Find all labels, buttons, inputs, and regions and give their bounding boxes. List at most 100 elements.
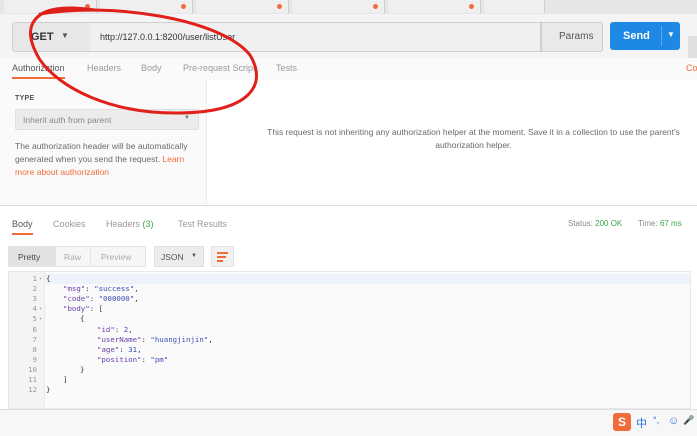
request-toolbar: GET ▼ http://127.0.0.1:8200/user/listUse… bbox=[0, 14, 697, 64]
code-token: "body" bbox=[63, 304, 90, 314]
time-readout: Time: 67 ms bbox=[638, 219, 682, 228]
send-label: Send bbox=[623, 30, 650, 42]
code-token: : [ bbox=[89, 304, 104, 314]
close-icon[interactable] bbox=[85, 4, 90, 9]
browser-tab[interactable] bbox=[100, 0, 193, 13]
headers-count: (3) bbox=[142, 219, 154, 229]
fold-toggle-icon[interactable]: ▾ bbox=[39, 314, 45, 324]
auth-message: This request is not inheriting any autho… bbox=[267, 127, 680, 150]
tab-headers[interactable]: Headers bbox=[87, 63, 121, 73]
ime-mic-icon[interactable]: 🎤 bbox=[683, 415, 694, 426]
fold-toggle-icon[interactable]: ▾ bbox=[39, 304, 45, 314]
code-token: "pm" bbox=[150, 354, 169, 364]
params-button[interactable]: Params bbox=[541, 22, 603, 52]
wrap-line bbox=[217, 252, 228, 254]
format-type-value: JSON bbox=[161, 252, 184, 262]
wrap-line bbox=[217, 256, 226, 258]
code-line: } bbox=[46, 385, 50, 395]
method-select[interactable]: GET ▼ bbox=[12, 22, 92, 52]
status-value: 200 OK bbox=[595, 219, 623, 228]
response-body-editor[interactable]: 1 ▾ 2 3 4 ▾ 5 ▾ 6 7 8 9 10 11 12 { "msg": "success", "co… bbox=[8, 271, 691, 409]
line-number: 9 bbox=[32, 354, 37, 364]
code-line: "msg": "success", bbox=[63, 284, 139, 294]
response-tabs: Body Cookies Headers (3) Test Results St… bbox=[0, 212, 697, 235]
url-input[interactable]: http://127.0.0.1:8200/user/listUser bbox=[90, 22, 541, 52]
preview-label: Preview bbox=[101, 252, 132, 262]
line-number: 12 bbox=[28, 385, 37, 395]
ime-punctuation-icon[interactable]: °, bbox=[653, 415, 659, 425]
type-label: TYPE bbox=[15, 95, 35, 102]
code-token: , bbox=[137, 344, 142, 354]
code-line: "code": "000000", bbox=[63, 294, 139, 304]
status-readout: Status: 200 OK bbox=[568, 219, 622, 228]
line-gutter: 1 ▾ 2 3 4 ▾ 5 ▾ 6 7 8 9 10 11 12 bbox=[9, 272, 45, 408]
pretty-button[interactable]: Pretty bbox=[8, 246, 56, 267]
status-label: Status: bbox=[568, 219, 593, 228]
method-label: GET bbox=[31, 31, 54, 43]
auth-type-select[interactable]: Inherit auth from parent ▼ bbox=[15, 109, 199, 130]
close-icon[interactable] bbox=[373, 4, 378, 9]
line-number: 5 bbox=[32, 314, 37, 324]
tab-response-headers[interactable]: Headers (3) bbox=[106, 219, 154, 229]
code-token: 31 bbox=[128, 344, 138, 354]
cookies-link[interactable]: Co bbox=[686, 63, 697, 73]
code-token: : bbox=[119, 344, 129, 354]
headers-label: Headers bbox=[106, 219, 141, 229]
code-token: , bbox=[134, 284, 139, 294]
ime-emoji-icon[interactable]: ☺ bbox=[668, 415, 679, 427]
code-line: "body": [ bbox=[63, 304, 103, 314]
code-token: : bbox=[85, 284, 95, 294]
browser-tab[interactable] bbox=[4, 0, 97, 13]
active-line-highlight bbox=[45, 274, 690, 284]
code-token: "huangjinjin" bbox=[150, 334, 209, 344]
auth-type-value: Inherit auth from parent bbox=[23, 115, 112, 125]
ime-logo-icon[interactable]: S bbox=[613, 413, 631, 431]
tab-cookies[interactable]: Cookies bbox=[53, 219, 86, 229]
pretty-label: Pretty bbox=[18, 252, 41, 262]
code-token: : bbox=[114, 324, 124, 334]
tab-authorization[interactable]: Authorization bbox=[12, 63, 65, 79]
close-icon[interactable] bbox=[469, 4, 474, 9]
tab-body[interactable]: Body bbox=[141, 63, 162, 73]
wrap-lines-icon[interactable] bbox=[211, 246, 234, 267]
chevron-down-icon[interactable]: ▼ bbox=[667, 30, 675, 39]
tab-tests[interactable]: Tests bbox=[276, 63, 297, 73]
code-token: ] bbox=[63, 375, 68, 384]
line-number: 4 bbox=[32, 304, 37, 314]
code-token: "msg" bbox=[63, 284, 86, 294]
code-token: , bbox=[134, 294, 139, 304]
code-token: "userName" bbox=[97, 334, 142, 344]
chevron-down-icon: ▼ bbox=[191, 253, 197, 259]
tab-test-results[interactable]: Test Results bbox=[178, 219, 227, 229]
chevron-down-icon: ▼ bbox=[184, 115, 190, 121]
tab-response-body[interactable]: Body bbox=[12, 219, 33, 235]
ime-language-icon[interactable]: 中 bbox=[636, 415, 647, 431]
line-number: 8 bbox=[32, 344, 37, 354]
time-value: 67 ms bbox=[659, 219, 682, 228]
code-token: , bbox=[208, 334, 213, 344]
code-token: { bbox=[46, 274, 51, 283]
line-number: 7 bbox=[32, 334, 37, 344]
code-token: "age" bbox=[97, 344, 120, 354]
browser-tab[interactable] bbox=[484, 0, 545, 13]
preview-button[interactable]: Preview bbox=[90, 246, 146, 267]
raw-button[interactable]: Raw bbox=[55, 246, 91, 267]
request-tabs: Authorization Headers Body Pre-request S… bbox=[0, 58, 697, 81]
format-type-select[interactable]: JSON ▼ bbox=[154, 246, 204, 267]
browser-tab[interactable] bbox=[388, 0, 481, 13]
params-label: Params bbox=[559, 31, 594, 42]
url-text: http://127.0.0.1:8200/user/listUser bbox=[100, 32, 236, 42]
code-token: "000000" bbox=[98, 294, 135, 304]
send-button[interactable]: Send ▼ bbox=[610, 22, 680, 50]
close-icon[interactable] bbox=[181, 4, 186, 9]
tab-pre-request-script[interactable]: Pre-request Script bbox=[183, 63, 256, 73]
code-line: { bbox=[46, 274, 50, 284]
code-token: "position" bbox=[97, 354, 142, 364]
code-token: : bbox=[89, 294, 99, 304]
code-token: , bbox=[128, 324, 133, 334]
close-icon[interactable] bbox=[277, 4, 282, 9]
auth-settings: TYPE Inherit auth from parent ▼ The auth… bbox=[0, 80, 207, 205]
browser-tab[interactable] bbox=[196, 0, 289, 13]
divider bbox=[0, 205, 697, 206]
browser-tab[interactable] bbox=[292, 0, 385, 13]
